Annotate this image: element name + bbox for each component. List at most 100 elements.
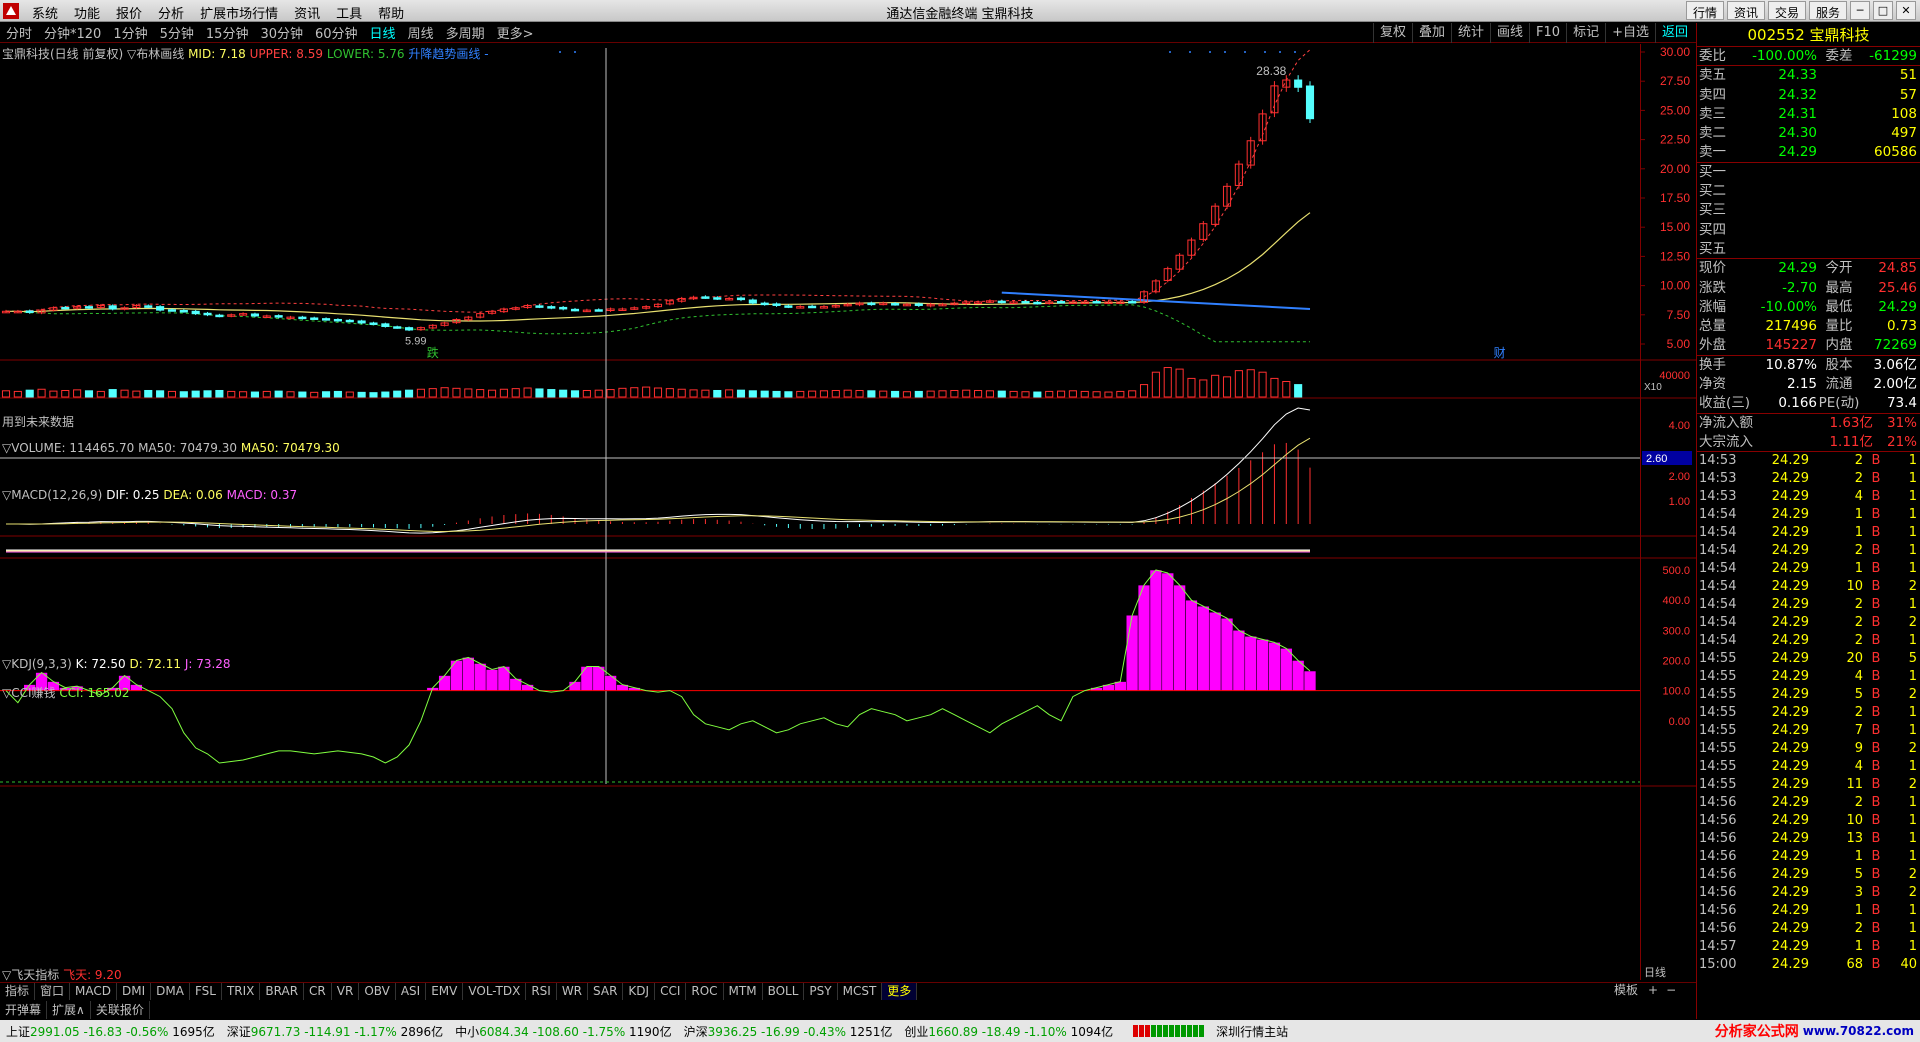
period-tab-7[interactable]: 日线: [364, 23, 402, 42]
indicator-tab-7[interactable]: BRAR: [260, 983, 305, 1000]
volume-bar: [1139, 384, 1149, 398]
sub-tab-0[interactable]: 开弹幕: [0, 1001, 48, 1019]
period-tab-8[interactable]: 周线: [402, 23, 440, 42]
template-button[interactable]: 模板: [1608, 982, 1644, 1000]
indicator-tab-12[interactable]: EMV: [426, 983, 464, 1000]
indicator-tab-8[interactable]: CR: [304, 983, 332, 1000]
minimize-icon[interactable]: ─: [1850, 1, 1870, 20]
stock-code-name[interactable]: 002552 宝鼎科技: [1697, 23, 1920, 47]
chart-area[interactable]: 28.385.99跌财减停涨榜: [0, 44, 1640, 980]
top-button-1[interactable]: 资讯: [1726, 1, 1765, 20]
indicator-tab-11[interactable]: ASI: [396, 983, 427, 1000]
menu-item-6[interactable]: 工具: [328, 0, 370, 22]
menu-item-1[interactable]: 功能: [66, 0, 108, 22]
tool-tab-6[interactable]: +自选: [1605, 23, 1655, 43]
volume-label[interactable]: ▽VOLUME: 114465.70: [2, 441, 134, 455]
menu-item-7[interactable]: 帮助: [370, 0, 412, 22]
breadth-segment: [1163, 1025, 1169, 1037]
tool-tab-0[interactable]: 复权: [1372, 23, 1412, 43]
menu-item-4[interactable]: 扩展市场行情: [192, 0, 286, 22]
kdj-label[interactable]: ▽KDJ(9,3,3): [2, 657, 72, 671]
period-tab-1[interactable]: 分钟*120: [38, 23, 107, 42]
indicator-tab-21[interactable]: BOLL: [763, 983, 805, 1000]
indicator-tab-24[interactable]: 更多: [882, 983, 918, 1000]
indicator-tab-17[interactable]: KDJ: [623, 983, 656, 1000]
menu-item-5[interactable]: 资讯: [286, 0, 328, 22]
indicator-tab-23[interactable]: MCST: [838, 983, 883, 1000]
period-tab-9[interactable]: 多周期: [440, 23, 491, 42]
tool-tab-3[interactable]: 画线: [1490, 23, 1529, 43]
indicator-tab-1[interactable]: 窗口: [35, 983, 71, 1000]
menu-item-0[interactable]: 系统: [24, 0, 66, 22]
add-icon[interactable]: +: [1644, 982, 1662, 1000]
period-tab-4[interactable]: 15分钟: [200, 23, 255, 42]
indicator-tab-13[interactable]: VOL-TDX: [463, 983, 527, 1000]
indicator-tab-18[interactable]: CCI: [655, 983, 687, 1000]
index-2[interactable]: 中小6084.34 -108.60 -1.75% 1190亿: [449, 1023, 677, 1040]
close-icon[interactable]: ✕: [1896, 1, 1916, 20]
macd-value: MACD: 0.37: [226, 488, 298, 502]
indicator-tab-2[interactable]: MACD: [70, 983, 118, 1000]
tool-tab-2[interactable]: 统计: [1451, 23, 1490, 43]
tool-tab-5[interactable]: 标记: [1566, 23, 1605, 43]
bid-row-2-label: 买三: [1699, 202, 1726, 219]
server-site[interactable]: 深圳行情主站: [1216, 1023, 1288, 1040]
period-tab-2[interactable]: 1分钟: [107, 23, 153, 42]
indicator-tab-22[interactable]: PSY: [804, 983, 838, 1000]
period-tab-10[interactable]: 更多>: [491, 23, 540, 42]
volume-bar: [215, 389, 224, 398]
fly-label[interactable]: ▽飞天指标: [2, 968, 59, 982]
sub-tab-1[interactable]: 扩展∧: [47, 1001, 91, 1019]
macd-label[interactable]: ▽MACD(12,26,9): [2, 488, 102, 502]
maximize-icon[interactable]: □: [1873, 1, 1893, 20]
tick-list[interactable]: 14:53 24.29 2 B 1 14:53 24.29 2 B 1 14:53 24.29 4 B 1 1…: [1697, 452, 1920, 974]
period-axis-label: 日线: [1644, 965, 1666, 979]
indicator-tab-6[interactable]: TRIX: [222, 983, 261, 1000]
top-button-0[interactable]: 行情: [1685, 1, 1724, 20]
event-marker-0[interactable]: 跌: [427, 345, 439, 360]
breadth-segment: [1199, 1025, 1205, 1037]
cci-label[interactable]: ▽CCI赚钱: [2, 686, 56, 700]
index-3[interactable]: 沪深3936.25 -16.99 -0.43% 1251亿: [678, 1023, 899, 1040]
top-button-3[interactable]: 服务: [1808, 1, 1847, 20]
menu-item-3[interactable]: 分析: [150, 0, 192, 22]
indicator-tab-10[interactable]: OBV: [359, 983, 396, 1000]
period-tab-5[interactable]: 30分钟: [254, 23, 309, 42]
indicator-tab-4[interactable]: DMA: [151, 983, 190, 1000]
flow-label-0: 净流入额: [1699, 414, 1753, 431]
index-1[interactable]: 深证9671.73 -114.91 -1.17% 2896亿: [221, 1023, 449, 1040]
top-button-2[interactable]: 交易: [1767, 1, 1806, 20]
index-4[interactable]: 创业1660.89 -18.49 -1.10% 1094亿: [898, 1023, 1119, 1040]
index-0[interactable]: 上证2991.05 -16.83 -0.56% 1695亿: [0, 1023, 221, 1040]
tool-tab-1[interactable]: 叠加: [1411, 23, 1451, 43]
indicator-tab-5[interactable]: FSL: [190, 983, 222, 1000]
indicator-tab-14[interactable]: RSI: [526, 983, 557, 1000]
indicator-tab-3[interactable]: DMI: [117, 983, 152, 1000]
tool-tab-7[interactable]: 返回: [1654, 23, 1694, 43]
indicator-tab-16[interactable]: SAR: [588, 983, 624, 1000]
volume-header: ▽VOLUME: 114465.70 MA50: 70479.30 MA50: …: [2, 441, 340, 455]
indicator-tab-9[interactable]: VR: [332, 983, 360, 1000]
tick-cell-0: 14:54: [1699, 543, 1737, 559]
period-tab-0[interactable]: 分时: [0, 23, 38, 42]
volume-bar: [701, 389, 710, 398]
remove-icon[interactable]: −: [1662, 982, 1680, 1000]
menu-item-2[interactable]: 报价: [108, 0, 150, 22]
event-marker-1[interactable]: 财: [1494, 346, 1506, 360]
stat-row-3-value2: 0.73: [1886, 318, 1917, 335]
period-tab-3[interactable]: 5分钟: [154, 23, 200, 42]
breadth-segment: [1139, 1025, 1145, 1037]
indicator-tab-15[interactable]: WR: [557, 983, 589, 1000]
index-name: 中小: [455, 1024, 480, 1039]
stat-row-1-label2: 最高: [1825, 279, 1853, 296]
indicator-tab-19[interactable]: ROC: [686, 983, 724, 1000]
volume-bar: [1033, 391, 1042, 398]
period-tab-6[interactable]: 60分钟: [309, 23, 364, 42]
indicator-tab-0[interactable]: 指标: [0, 983, 36, 1000]
quote-panel: 002552 宝鼎科技 委比 -100.00% 委差 -61299 卖五 24.33 51 卖…: [1696, 23, 1920, 1019]
boll-indicator-name[interactable]: ▽布林画线: [127, 47, 184, 61]
tool-tab-4[interactable]: F10: [1529, 23, 1566, 43]
indicator-tab-20[interactable]: MTM: [724, 983, 763, 1000]
candle: [369, 321, 378, 326]
sub-tab-2[interactable]: 关联报价: [91, 1001, 150, 1019]
